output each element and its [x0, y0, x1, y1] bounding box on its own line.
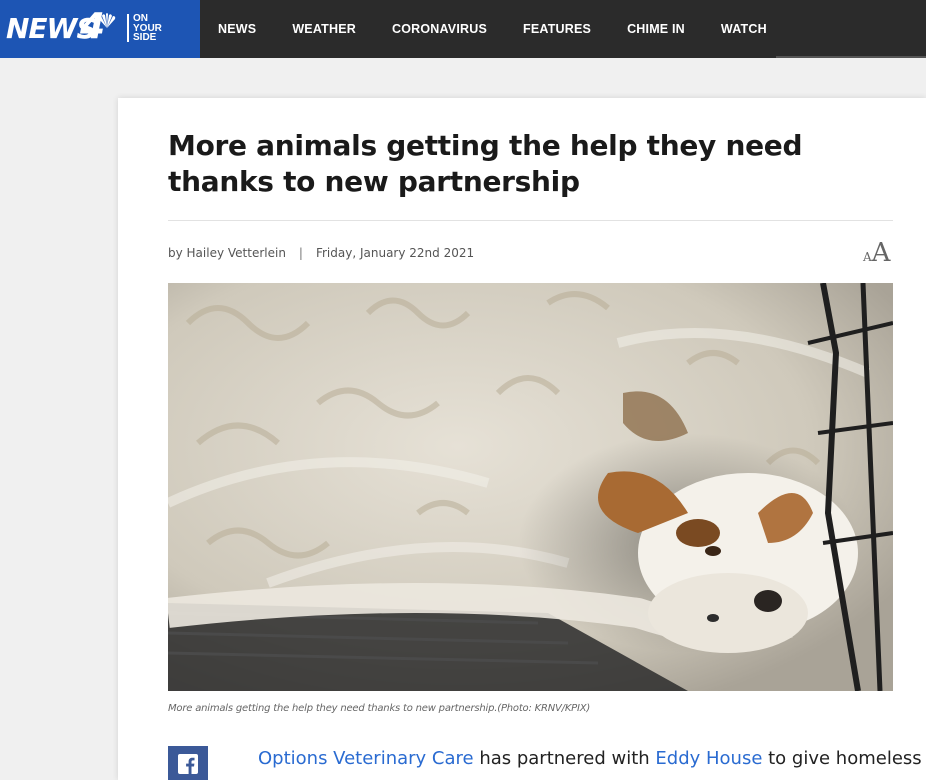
main-nav: NEWS WEATHER CORONAVIRUS FEATURES CHIME … [200, 0, 785, 58]
headline-divider [168, 220, 893, 221]
text-size-large-icon: A [871, 238, 891, 268]
article-byline: by Hailey Vetterlein | Friday, January 2… [168, 246, 474, 260]
nav-item-news[interactable]: NEWS [200, 22, 274, 36]
logo-tagline: ON YOUR SIDE [133, 13, 162, 43]
facebook-share-button[interactable] [168, 746, 208, 780]
site-logo[interactable]: NEWS 4 ON YOUR SIDE [0, 0, 200, 58]
publish-date: Friday, January 22nd 2021 [315, 246, 475, 260]
nav-item-weather[interactable]: WEATHER [274, 22, 374, 36]
nav-underline [776, 56, 926, 58]
article-photo [168, 283, 893, 691]
text-resize-button[interactable]: AA [863, 238, 890, 268]
body-text-segment: to give homeless [762, 748, 922, 769]
dog-in-blanket-image [168, 283, 893, 691]
nav-item-features[interactable]: FEATURES [505, 22, 609, 36]
nav-item-coronavirus[interactable]: CORONAVIRUS [374, 22, 505, 36]
site-header: NEWS 4 ON YOUR SIDE NEWS WEATHER CORONAV… [0, 0, 926, 58]
author-name[interactable]: by Hailey Vetterlein [168, 246, 286, 260]
article-card: More animals getting the help they need … [118, 98, 926, 780]
facebook-icon [178, 754, 198, 774]
options-veterinary-care-link[interactable]: Options Veterinary Care [258, 748, 474, 769]
text-size-small-icon: A [863, 250, 872, 264]
eddy-house-link[interactable]: Eddy House [655, 748, 762, 769]
peacock-icon [98, 13, 116, 28]
body-text-segment: has partnered with [473, 748, 656, 769]
nav-item-watch[interactable]: WATCH [703, 22, 785, 36]
nav-item-chime-in[interactable]: CHIME IN [609, 22, 703, 36]
photo-caption: More animals getting the help they need … [168, 703, 591, 714]
article-body-paragraph: Options Veterinary Care has partnered wi… [258, 748, 922, 769]
byline-separator: | [298, 246, 303, 260]
logo-divider [127, 14, 129, 42]
article-headline: More animals getting the help they need … [168, 129, 803, 198]
